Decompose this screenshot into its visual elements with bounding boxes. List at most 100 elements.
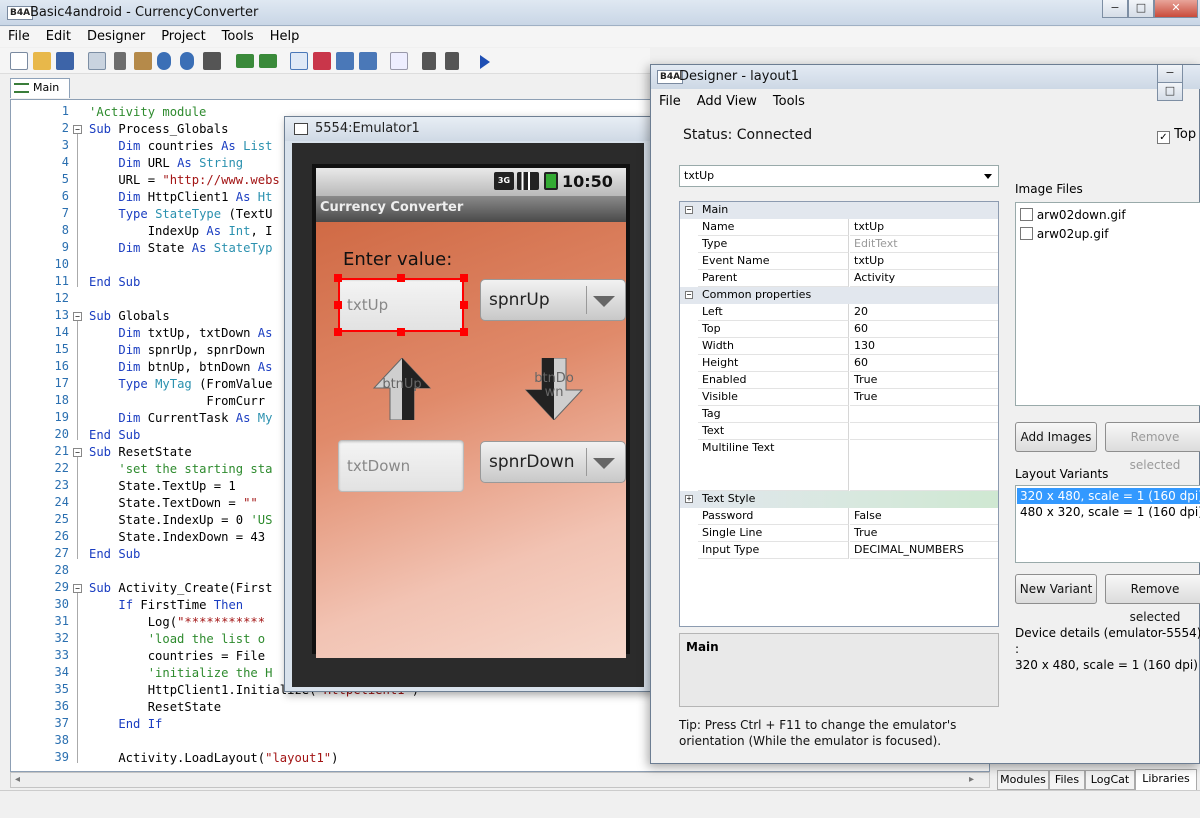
code-line[interactable]: End Sub: [89, 427, 140, 444]
property-category[interactable]: − Main: [680, 202, 998, 219]
property-value[interactable]: [850, 440, 998, 491]
cut-icon[interactable]: [114, 52, 126, 70]
menu-designer[interactable]: Designer: [79, 27, 153, 47]
code-line[interactable]: End Sub: [89, 274, 140, 291]
tab-main[interactable]: Main: [10, 78, 70, 98]
code-line[interactable]: End Sub: [89, 546, 140, 563]
property-value[interactable]: True: [850, 372, 998, 389]
layout-variants-list[interactable]: 320 x 480, scale = 1 (160 dpi) 480 x 320…: [1015, 485, 1200, 563]
font-size-icon[interactable]: [390, 52, 408, 70]
code-line[interactable]: Dim State As StateTyp: [89, 240, 272, 257]
code-line[interactable]: Dim spnrUp, spnrDown: [89, 342, 265, 359]
code-line[interactable]: IndexUp As Int, I: [89, 223, 273, 240]
menu-edit[interactable]: Edit: [38, 27, 79, 47]
expand-icon[interactable]: +: [685, 495, 693, 503]
image-files-list[interactable]: arw02down.gif arw02up.gif: [1015, 202, 1200, 406]
btndown-button[interactable]: btnDo wn: [524, 357, 584, 421]
tab-logcat[interactable]: LogCat: [1085, 770, 1135, 790]
outline-sub-icon[interactable]: [259, 54, 277, 68]
tab-modules[interactable]: Modules: [997, 770, 1049, 790]
code-line[interactable]: 'load the list o: [89, 631, 265, 648]
find-icon[interactable]: [203, 52, 221, 70]
menu-help[interactable]: Help: [262, 27, 308, 47]
remove-bookmark-icon[interactable]: [313, 52, 331, 70]
save-icon[interactable]: [56, 52, 74, 70]
code-line[interactable]: State.TextUp = 1: [89, 478, 235, 495]
property-value[interactable]: 130: [850, 338, 998, 355]
image-file-item[interactable]: arw02down.gif: [1020, 208, 1126, 222]
property-grid[interactable]: − Main Name txtUp Type EditText Event Name txtU…: [679, 201, 999, 627]
code-line[interactable]: 'set the starting sta: [89, 461, 272, 478]
property-row[interactable]: Parent Activity: [680, 270, 998, 287]
property-value[interactable]: DECIMAL_NUMBERS: [850, 542, 998, 559]
spnrdown-spinner[interactable]: spnrDown: [480, 441, 626, 483]
txtdown-edittext[interactable]: txtDown: [338, 440, 464, 492]
code-line[interactable]: Dim btnUp, btnDown As: [89, 359, 272, 376]
property-row[interactable]: Input Type DECIMAL_NUMBERS: [680, 542, 998, 559]
redo-icon[interactable]: [180, 52, 194, 70]
paste-icon[interactable]: [134, 52, 152, 70]
uncomment-icon[interactable]: [445, 52, 459, 70]
new-file-icon[interactable]: [10, 52, 28, 70]
fold-collapse-icon[interactable]: −: [73, 448, 82, 457]
code-line[interactable]: Type StateType (TextU: [89, 206, 272, 223]
scroll-right-icon[interactable]: ▸: [969, 774, 974, 785]
scroll-left-icon[interactable]: ◂: [15, 774, 20, 785]
property-value[interactable]: True: [850, 525, 998, 542]
property-value[interactable]: 20: [850, 304, 998, 321]
property-category[interactable]: + Text Style: [680, 491, 998, 508]
code-line[interactable]: URL = "http://www.webs: [89, 172, 279, 189]
property-category[interactable]: − Common properties: [680, 287, 998, 304]
open-folder-icon[interactable]: [33, 52, 51, 70]
code-line[interactable]: Sub Activity_Create(First: [89, 580, 272, 597]
tab-libraries[interactable]: Libraries: [1135, 769, 1197, 790]
code-line[interactable]: State.TextDown = "": [89, 495, 257, 512]
property-row[interactable]: Event Name txtUp: [680, 253, 998, 270]
property-row[interactable]: Name txtUp: [680, 219, 998, 236]
code-line[interactable]: Dim txtUp, txtDown As: [89, 325, 272, 342]
menu-project[interactable]: Project: [153, 27, 213, 47]
collapse-icon[interactable]: −: [685, 206, 693, 214]
code-line[interactable]: Dim CurrentTask As My: [89, 410, 272, 427]
property-row[interactable]: Left 20: [680, 304, 998, 321]
spnrup-spinner[interactable]: spnrUp: [480, 279, 626, 321]
code-line[interactable]: countries = File: [89, 648, 265, 665]
undo-icon[interactable]: [157, 52, 171, 70]
property-value[interactable]: False: [850, 508, 998, 525]
property-value[interactable]: 60: [850, 355, 998, 372]
property-row[interactable]: Type EditText: [680, 236, 998, 253]
add-images-button[interactable]: Add Images: [1015, 422, 1097, 452]
window-icon[interactable]: [290, 52, 308, 70]
prev-bookmark-icon[interactable]: [336, 52, 354, 70]
property-row[interactable]: Single Line True: [680, 525, 998, 542]
property-value[interactable]: txtUp: [850, 219, 998, 236]
fold-collapse-icon[interactable]: −: [73, 312, 82, 321]
designer-menu-add-view[interactable]: Add View: [689, 92, 765, 112]
code-line[interactable]: 'Activity module: [89, 104, 206, 121]
code-line[interactable]: Dim URL As String: [89, 155, 243, 172]
code-line[interactable]: State.IndexUp = 0 'US: [89, 512, 272, 529]
device-screen[interactable]: 3G 10:50 AM Currency Converter Enter val…: [312, 164, 630, 658]
property-row[interactable]: Width 130: [680, 338, 998, 355]
collapse-icon[interactable]: −: [685, 291, 693, 299]
maximize-button[interactable]: □: [1128, 0, 1154, 18]
outline-icon[interactable]: [236, 54, 254, 68]
next-bookmark-icon[interactable]: [359, 52, 377, 70]
remove-selected-variant-button[interactable]: Remove selected: [1105, 574, 1200, 624]
code-line[interactable]: End If: [89, 716, 162, 733]
property-row[interactable]: Top 60: [680, 321, 998, 338]
property-row[interactable]: Password False: [680, 508, 998, 525]
code-line[interactable]: 'initialize the H: [89, 665, 273, 682]
property-row[interactable]: Multiline Text: [680, 440, 998, 491]
code-line[interactable]: Sub ResetState: [89, 444, 192, 461]
property-row[interactable]: Height 60: [680, 355, 998, 372]
fold-collapse-icon[interactable]: −: [73, 584, 82, 593]
copy-icon[interactable]: [88, 52, 106, 70]
comment-icon[interactable]: [422, 52, 436, 70]
designer-minimize-button[interactable]: −: [1157, 65, 1183, 83]
horizontal-scrollbar[interactable]: ◂ ▸: [10, 772, 990, 788]
designer-menu-tools[interactable]: Tools: [765, 92, 813, 112]
property-value[interactable]: txtUp: [850, 253, 998, 270]
property-value[interactable]: EditText: [850, 236, 998, 253]
image-file-item[interactable]: arw02up.gif: [1020, 227, 1108, 241]
